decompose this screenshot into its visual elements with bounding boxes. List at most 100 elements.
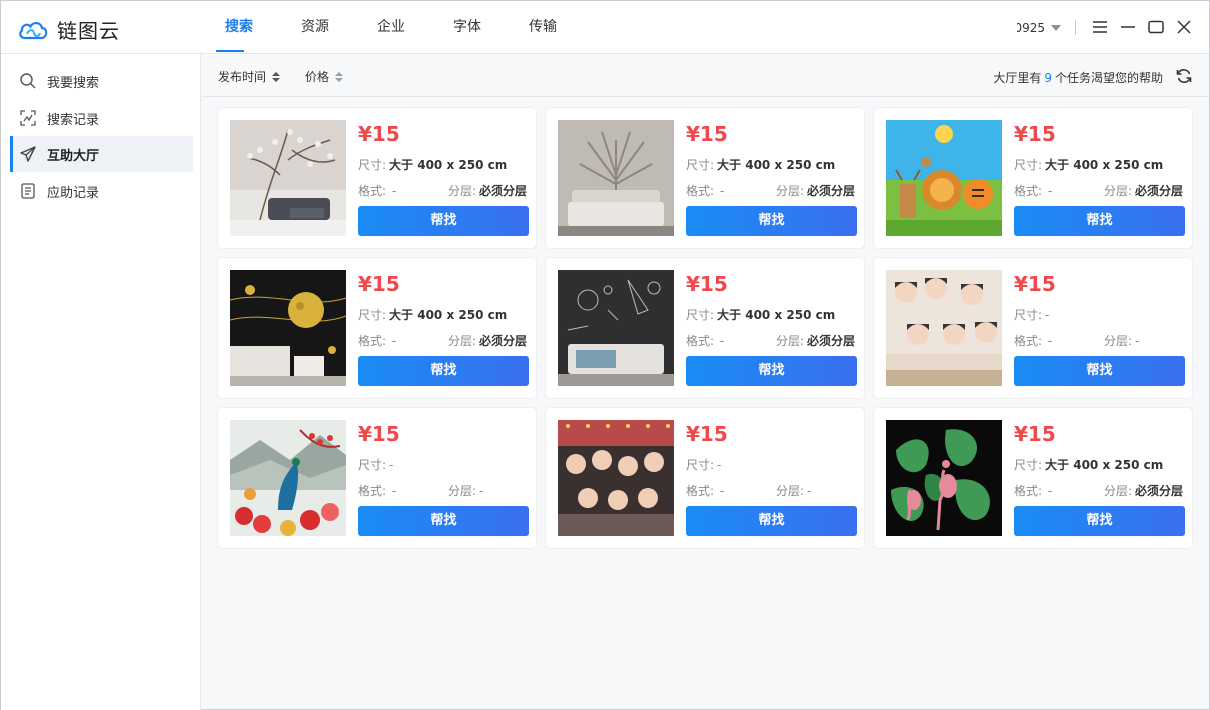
task-size: 尺寸: 大于 400 x 250 cm <box>358 306 507 323</box>
help-find-button[interactable]: 帮找 <box>686 506 857 536</box>
happy-group-photo-image[interactable] <box>558 420 674 536</box>
size-value: 大于 400 x 250 cm <box>389 158 508 172</box>
task-card: ¥15 尺寸: 大于 400 x 250 cm 格式: - 分层: 必须分层 帮找 <box>218 258 536 398</box>
size-value: - <box>717 458 722 472</box>
size-value: 大于 400 x 250 cm <box>1045 458 1164 472</box>
help-find-button[interactable]: 帮找 <box>358 506 529 536</box>
task-card: ¥15 尺寸: - 格式: - 分层: - 帮找 <box>218 408 536 548</box>
sort-label: 价格 <box>305 70 330 84</box>
sidebar-item-search[interactable]: 我要搜索 <box>10 63 193 99</box>
format-value: - <box>1048 484 1053 498</box>
task-layer: 分层: 必须分层 <box>776 182 855 199</box>
filter-bar: 发布时间 价格 大厅里有 9 个任务渴望您的帮助 <box>202 55 1209 97</box>
task-format: 格式: - <box>358 482 396 499</box>
refresh-button[interactable] <box>1175 67 1193 85</box>
space-planet-bedroom-image[interactable] <box>230 270 346 386</box>
bedroom-leaf-mural-image[interactable] <box>558 120 674 236</box>
format-value: - <box>720 334 725 348</box>
app-logo: 链图云 <box>17 15 120 44</box>
cartoon-animals-image[interactable] <box>886 120 1002 236</box>
help-find-button[interactable]: 帮找 <box>1014 506 1185 536</box>
task-count: 9 <box>1044 71 1052 85</box>
task-size: 尺寸: 大于 400 x 250 cm <box>686 156 835 173</box>
task-layer: 分层: - <box>1104 332 1139 349</box>
format-label: 格式: <box>1014 334 1043 348</box>
task-format: 格式: - <box>1014 182 1052 199</box>
search-icon <box>19 72 37 90</box>
task-format: 格式: - <box>1014 482 1052 499</box>
menu-button[interactable] <box>1091 18 1109 36</box>
sidebar-item-label: 搜索记录 <box>47 112 100 128</box>
help-find-button[interactable]: 帮找 <box>686 206 857 236</box>
size-label: 尺寸: <box>1014 458 1043 472</box>
layer-label: 分层: <box>1104 484 1133 498</box>
task-format: 格式: - <box>686 182 724 199</box>
task-size: 尺寸: - <box>1014 306 1049 323</box>
sort-by-time[interactable]: 发布时间 <box>218 68 281 85</box>
cloud-logo-icon <box>19 21 48 39</box>
help-find-button[interactable]: 帮找 <box>686 356 857 386</box>
minimize-icon <box>1121 26 1135 28</box>
help-find-button[interactable]: 帮找 <box>1014 356 1185 386</box>
tab-search[interactable]: 搜索 <box>201 1 277 54</box>
peacock-flowers-image[interactable] <box>230 420 346 536</box>
caret-down-icon <box>1051 25 1061 31</box>
task-format: 格式: - <box>358 182 396 199</box>
layer-value: 必须分层 <box>479 334 528 348</box>
task-size: 尺寸: 大于 400 x 250 cm <box>358 156 507 173</box>
task-card: ¥15 尺寸: - 格式: - 分层: - 帮找 <box>546 408 864 548</box>
sort-by-price[interactable]: 价格 <box>305 68 344 85</box>
maximize-button[interactable] <box>1147 18 1165 36</box>
layer-label: 分层: <box>1104 184 1133 198</box>
task-card: ¥15 尺寸: 大于 400 x 250 cm 格式: - 分层: 必须分层 帮找 <box>218 108 536 248</box>
task-size: 尺寸: 大于 400 x 250 cm <box>1014 456 1163 473</box>
sidebar: 我要搜索 搜索记录 互助大厅 应助记录 <box>1 54 201 710</box>
task-card: ¥15 尺寸: 大于 400 x 250 cm 格式: - 分层: 必须分层 帮找 <box>874 108 1192 248</box>
living-room-tree-mural-image[interactable] <box>230 120 346 236</box>
task-card: ¥15 尺寸: 大于 400 x 250 cm 格式: - 分层: 必须分层 帮找 <box>546 258 864 398</box>
size-label: 尺寸: <box>358 458 387 472</box>
account-dropdown[interactable]: 0925 <box>957 18 1061 38</box>
tab-enterprise[interactable]: 企业 <box>353 1 429 54</box>
help-find-button[interactable]: 帮找 <box>358 206 529 236</box>
close-button[interactable] <box>1175 18 1193 36</box>
monstera-flamingo-image[interactable] <box>886 420 1002 536</box>
sidebar-item-help-records[interactable]: 应助记录 <box>10 173 193 209</box>
maximize-icon <box>1148 20 1164 34</box>
info-suffix: 个任务渴望您的帮助 <box>1054 71 1163 85</box>
format-value: - <box>392 484 397 498</box>
info-prefix: 大厅里有 <box>993 71 1042 85</box>
boy-group-collage-image[interactable] <box>886 270 1002 386</box>
minimize-button[interactable] <box>1119 18 1137 36</box>
tab-fonts[interactable]: 字体 <box>429 1 505 54</box>
layer-value: - <box>807 484 812 498</box>
task-price: ¥15 <box>358 272 400 296</box>
sidebar-item-search-history[interactable]: 搜索记录 <box>10 100 193 136</box>
account-name-redacted <box>957 18 1017 38</box>
refresh-icon <box>1176 69 1192 83</box>
help-find-button[interactable]: 帮找 <box>1014 206 1185 236</box>
task-card: ¥15 尺寸: - 格式: - 分层: - 帮找 <box>874 258 1192 398</box>
tab-transfer[interactable]: 传输 <box>505 1 581 54</box>
layer-value: - <box>479 484 484 498</box>
format-value: - <box>1048 334 1053 348</box>
chalk-space-bedroom-image[interactable] <box>558 270 674 386</box>
size-value: 大于 400 x 250 cm <box>1045 158 1164 172</box>
task-layer: 分层: 必须分层 <box>1104 182 1183 199</box>
size-label: 尺寸: <box>686 158 715 172</box>
app-window: 链图云 搜索 资源 企业 字体 传输 0925 我要搜索 搜索记录 互助大厅 应… <box>0 0 1210 710</box>
format-label: 格式: <box>686 334 715 348</box>
task-layer: 分层: 必须分层 <box>1104 482 1183 499</box>
tab-resources[interactable]: 资源 <box>277 1 353 54</box>
layer-label: 分层: <box>448 484 477 498</box>
sidebar-item-help-hall[interactable]: 互助大厅 <box>10 136 193 172</box>
top-bar: 链图云 搜索 资源 企业 字体 传输 0925 <box>1 1 1209 54</box>
main-nav-tabs: 搜索 资源 企业 字体 传输 <box>201 1 581 54</box>
help-find-button[interactable]: 帮找 <box>358 356 529 386</box>
task-layer: 分层: - <box>448 482 483 499</box>
layer-value: 必须分层 <box>1135 484 1184 498</box>
task-card: ¥15 尺寸: 大于 400 x 250 cm 格式: - 分层: 必须分层 帮找 <box>874 408 1192 548</box>
layer-value: - <box>1135 334 1140 348</box>
task-price: ¥15 <box>1014 422 1056 446</box>
sidebar-item-label: 互助大厅 <box>47 148 100 164</box>
